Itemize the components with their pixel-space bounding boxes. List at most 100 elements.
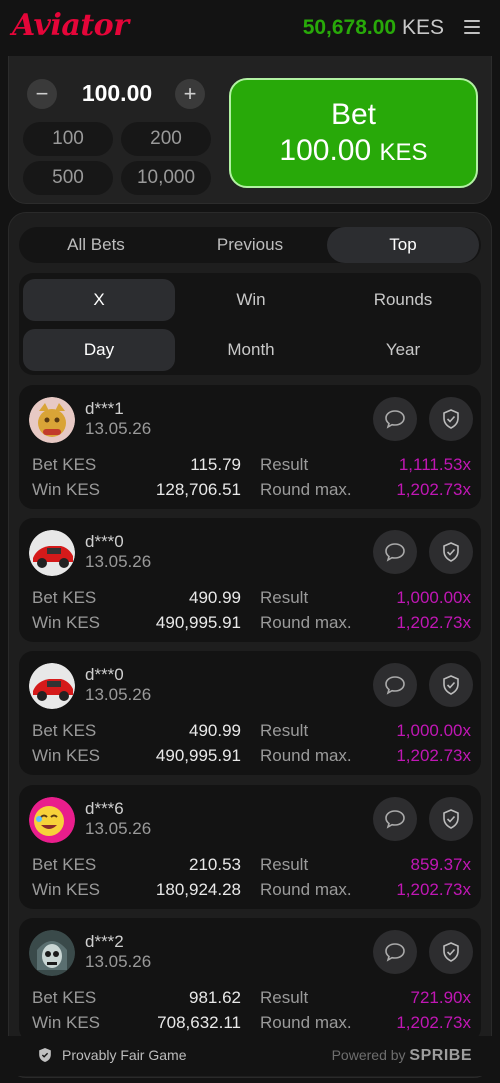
shield-check-icon[interactable] xyxy=(429,797,473,841)
decrease-amount-button[interactable]: − xyxy=(27,79,57,109)
bet-value: 981.62 xyxy=(189,988,241,1007)
chat-icon[interactable] xyxy=(373,663,417,707)
filter-rounds[interactable]: Rounds xyxy=(327,279,479,321)
tab-previous[interactable]: Previous xyxy=(173,227,327,263)
powered-by-label: Powered by xyxy=(331,1047,406,1063)
shield-check-icon[interactable] xyxy=(429,663,473,707)
lucky-cat-avatar xyxy=(29,397,75,443)
balance-currency: KES xyxy=(401,16,444,39)
username: d***2 xyxy=(85,932,124,951)
username: d***6 xyxy=(85,799,124,818)
round-max-multiplier: 1,202.73x xyxy=(396,480,471,499)
top-bet-card: d***6 13.05.26 Bet KES 210.53 Result 859… xyxy=(19,785,481,909)
round-max-multiplier: 1,202.73x xyxy=(396,613,471,632)
round-max-label: Round max. xyxy=(260,613,352,632)
bets-panel: All Bets Previous Top X Win Rounds Day M… xyxy=(8,212,492,1078)
top-bet-card: d***1 13.05.26 Bet KES 115.79 Result 1,1… xyxy=(19,385,481,509)
top-bet-card: d***0 13.05.26 Bet KES 490.99 Result 1,0… xyxy=(19,518,481,642)
chat-icon[interactable] xyxy=(373,797,417,841)
round-max-multiplier: 1,202.73x xyxy=(396,746,471,765)
increase-amount-button[interactable]: + xyxy=(175,79,205,109)
filter-year[interactable]: Year xyxy=(327,329,479,371)
bet-date: 13.05.26 xyxy=(85,419,152,438)
bet-amount-input[interactable]: 100.00 xyxy=(61,80,173,107)
shield-check-icon[interactable] xyxy=(429,930,473,974)
shield-check-icon[interactable] xyxy=(429,397,473,441)
top-bet-card: d***0 13.05.26 Bet KES 490.99 Result 1,0… xyxy=(19,651,481,775)
powered-by: Powered by SPRIBE xyxy=(332,1047,472,1065)
win-label: Win KES xyxy=(32,746,101,765)
result-label: Result xyxy=(260,855,309,874)
result-multiplier: 1,000.00x xyxy=(396,721,471,740)
bet-label: Bet KES xyxy=(32,588,97,607)
hamburger-menu-icon[interactable] xyxy=(464,20,480,34)
result-label: Result xyxy=(260,588,309,607)
filter-x[interactable]: X xyxy=(23,279,175,321)
shield-check-icon[interactable] xyxy=(429,530,473,574)
bet-value: 210.53 xyxy=(189,855,241,874)
bet-date: 13.05.26 xyxy=(85,952,152,971)
result-multiplier: 721.90x xyxy=(410,988,472,1007)
provably-fair-link[interactable]: Provably Fair Game xyxy=(62,1047,186,1063)
bet-value: 490.99 xyxy=(189,721,241,740)
filter-win[interactable]: Win xyxy=(175,279,327,321)
win-label: Win KES xyxy=(32,880,101,899)
round-max-label: Round max. xyxy=(260,746,352,765)
provably-fair-shield-icon xyxy=(38,1047,52,1068)
bet-date: 13.05.26 xyxy=(85,552,152,571)
win-value: 708,632.11 xyxy=(157,1013,241,1032)
chat-icon[interactable] xyxy=(373,397,417,441)
quick-amount-button[interactable]: 500 xyxy=(23,161,113,195)
bet-button-value: 100.00 xyxy=(279,134,372,167)
bet-value: 490.99 xyxy=(189,588,241,607)
tab-all-bets[interactable]: All Bets xyxy=(19,227,173,263)
username: d***1 xyxy=(85,399,124,418)
bet-label: Bet KES xyxy=(32,988,97,1007)
bet-label: Bet KES xyxy=(32,721,97,740)
result-label: Result xyxy=(260,455,309,474)
bet-amount-stepper: − 100.00 + xyxy=(23,74,215,114)
result-multiplier: 859.37x xyxy=(410,855,472,874)
top-bar: Aviator 50,678.00 KES xyxy=(0,0,500,56)
skull-avatar xyxy=(29,930,75,976)
result-label: Result xyxy=(260,988,309,1007)
spribe-brand: SPRIBE xyxy=(409,1047,472,1064)
bet-date: 13.05.26 xyxy=(85,685,152,704)
bet-value: 115.79 xyxy=(190,455,241,474)
win-value: 490,995.91 xyxy=(155,613,241,632)
result-label: Result xyxy=(260,721,309,740)
win-label: Win KES xyxy=(32,613,101,632)
round-max-label: Round max. xyxy=(260,480,352,499)
filter-day[interactable]: Day xyxy=(23,329,175,371)
win-label: Win KES xyxy=(32,1013,101,1032)
quick-amount-button[interactable]: 100 xyxy=(23,122,113,156)
quick-amount-button[interactable]: 200 xyxy=(121,122,211,156)
bet-date: 13.05.26 xyxy=(85,819,152,838)
emoji-avatar xyxy=(29,797,75,843)
bet-panel: − 100.00 + 100 200 500 10,000 Bet 100.00… xyxy=(8,56,492,204)
result-multiplier: 1,000.00x xyxy=(396,588,471,607)
top-bet-card: d***2 13.05.26 Bet KES 981.62 Result 721… xyxy=(19,918,481,1042)
round-max-multiplier: 1,202.73x xyxy=(396,1013,471,1032)
round-max-multiplier: 1,202.73x xyxy=(396,880,471,899)
quick-amount-button[interactable]: 10,000 xyxy=(121,161,211,195)
bet-button[interactable]: Bet 100.00 KES xyxy=(229,78,478,188)
win-value: 180,924.28 xyxy=(155,880,241,899)
tab-top[interactable]: Top xyxy=(327,227,479,263)
filter-month[interactable]: Month xyxy=(175,329,327,371)
result-multiplier: 1,111.53x xyxy=(398,455,471,474)
chat-icon[interactable] xyxy=(373,530,417,574)
chat-icon[interactable] xyxy=(373,930,417,974)
username: d***0 xyxy=(85,532,124,551)
aviator-logo: Aviator xyxy=(12,8,129,43)
bet-label: Bet KES xyxy=(32,455,97,474)
bets-tabs: All Bets Previous Top xyxy=(19,227,481,263)
bet-button-label: Bet xyxy=(330,98,377,131)
username: d***0 xyxy=(85,665,124,684)
bet-button-currency: KES xyxy=(379,139,428,166)
red-car-avatar xyxy=(29,663,75,709)
round-max-label: Round max. xyxy=(260,1013,352,1032)
round-max-label: Round max. xyxy=(260,880,352,899)
top-filters: X Win Rounds Day Month Year xyxy=(19,273,481,375)
red-car-avatar xyxy=(29,530,75,576)
